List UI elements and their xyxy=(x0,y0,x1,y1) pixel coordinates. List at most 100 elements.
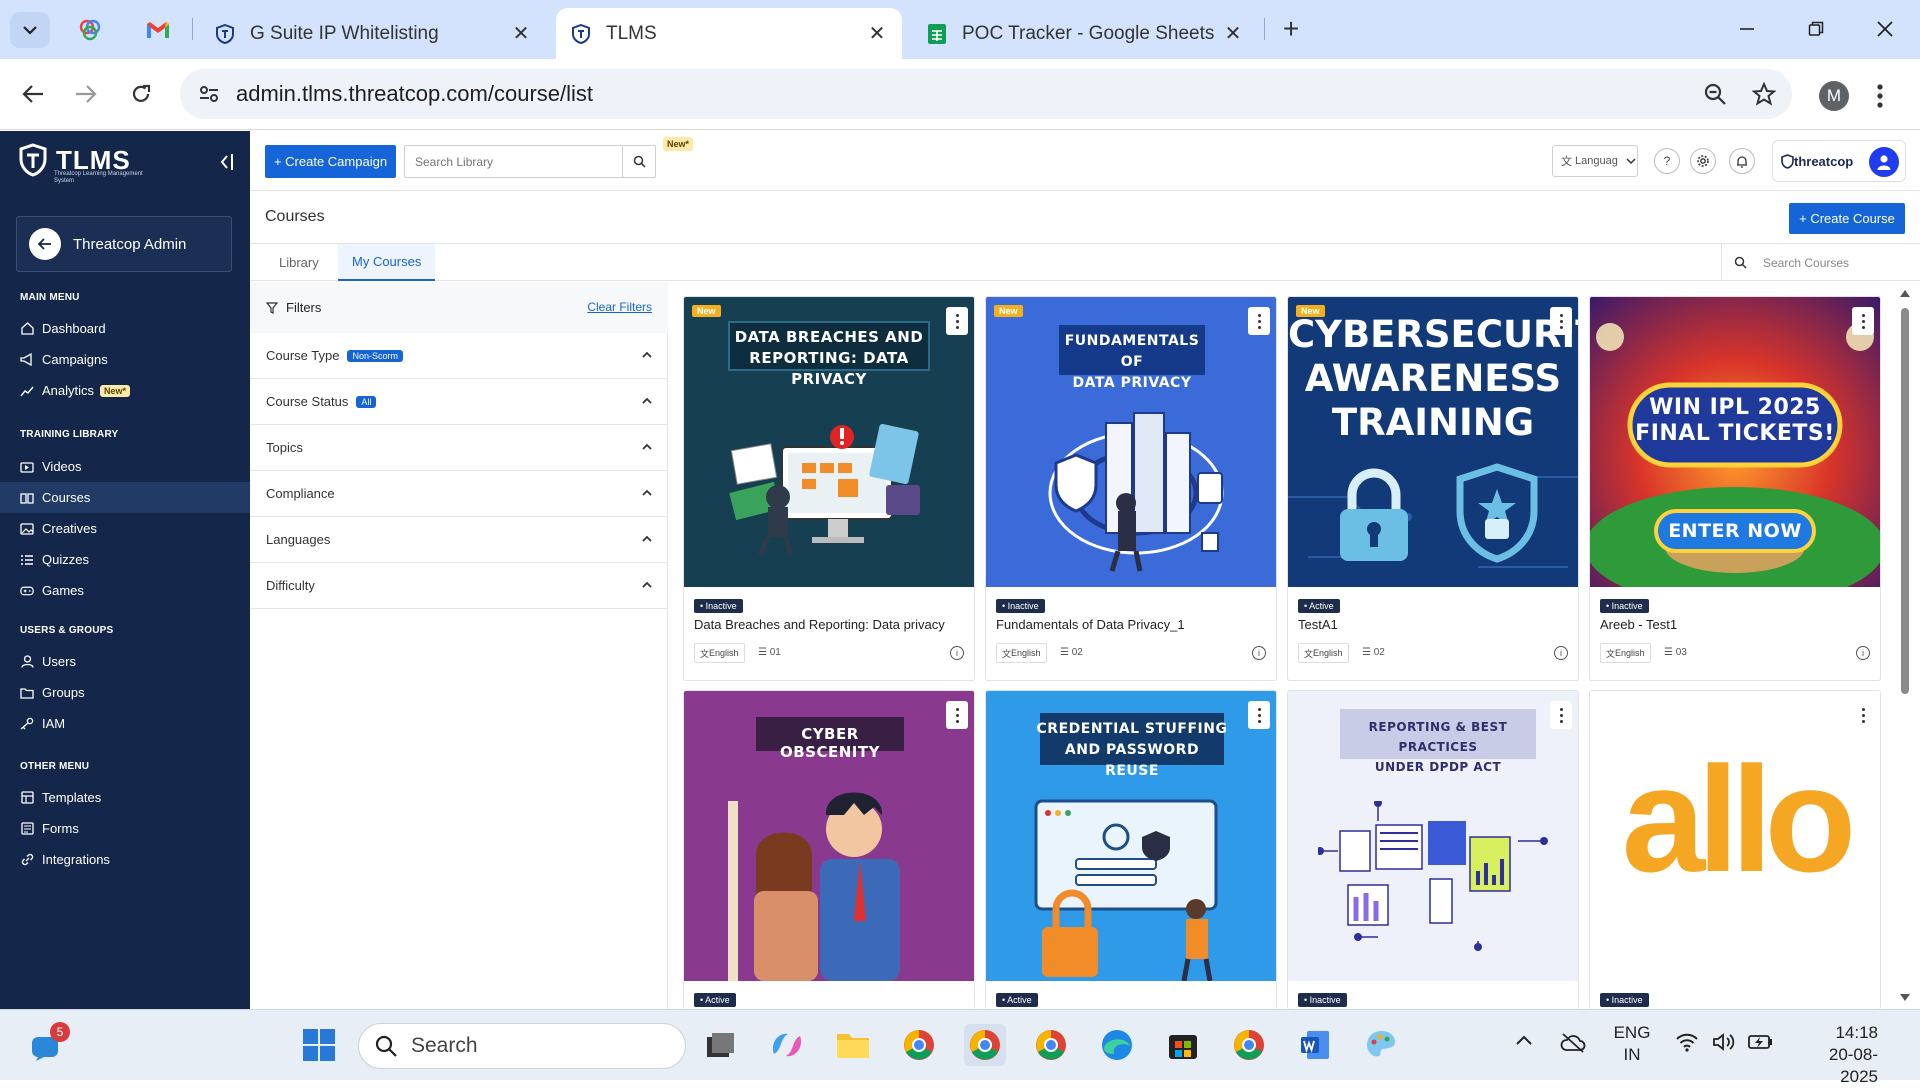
start-button[interactable] xyxy=(298,1024,340,1066)
show-hidden-icons[interactable] xyxy=(1515,1034,1533,1046)
browser-menu-button[interactable] xyxy=(1876,83,1884,109)
taskbar-app-word[interactable] xyxy=(1294,1024,1336,1066)
zoom-icon[interactable] xyxy=(1703,82,1727,106)
tray-battery[interactable] xyxy=(1747,1032,1773,1052)
input-language-indicator[interactable]: ENG IN xyxy=(1612,1022,1652,1066)
tray-volume[interactable] xyxy=(1712,1032,1736,1052)
restore-button[interactable] xyxy=(1791,12,1841,46)
sidebar-item-users[interactable]: Users xyxy=(0,646,250,677)
tray-wifi[interactable] xyxy=(1675,1032,1699,1052)
clear-filters-link[interactable]: Clear Filters xyxy=(587,300,652,314)
pinned-tab-threatcop[interactable] xyxy=(76,16,104,44)
card-menu-button[interactable] xyxy=(1248,701,1270,729)
settings-button[interactable] xyxy=(1690,148,1716,174)
user-avatar[interactable] xyxy=(1869,147,1899,177)
sidebar-item-integrations[interactable]: Integrations xyxy=(0,844,250,875)
org-profile[interactable]: threatcop xyxy=(1772,140,1906,182)
taskbar-app-chrome-active[interactable] xyxy=(964,1024,1006,1066)
profile-avatar[interactable]: M xyxy=(1819,81,1849,111)
scrollbar-thumb[interactable] xyxy=(1901,308,1909,694)
course-thumbnail[interactable]: FUNDAMENTALS OF DATA PRIVACY New xyxy=(986,297,1276,587)
card-menu-button[interactable] xyxy=(1550,701,1572,729)
tab-gsuite-ip[interactable]: G Suite IP Whitelisting ✕ xyxy=(200,8,546,59)
site-settings-icon[interactable] xyxy=(196,81,222,107)
sidebar-item-templates[interactable]: Templates xyxy=(0,782,250,813)
course-card[interactable]: CYBER OBSCENITY • Active xyxy=(683,690,975,1009)
tab-tlms[interactable]: TLMS ✕ xyxy=(556,8,902,59)
sidebar-item-groups[interactable]: Groups xyxy=(0,677,250,708)
tab-search-button[interactable] xyxy=(10,12,50,48)
language-select[interactable]: 文 Languag xyxy=(1552,145,1638,177)
taskbar-search[interactable]: Search xyxy=(358,1023,686,1069)
info-icon[interactable]: i xyxy=(1554,646,1568,660)
filter-compliance[interactable]: Compliance xyxy=(250,471,668,517)
course-thumbnail[interactable]: CREDENTIAL STUFFING AND PASSWORD REUSE xyxy=(986,691,1276,981)
taskbar-copilot-chat[interactable]: 5 xyxy=(26,1022,70,1066)
taskbar-app-store[interactable] xyxy=(1162,1024,1204,1066)
notifications-button[interactable] xyxy=(1729,148,1755,174)
sidebar-item-forms[interactable]: Forms xyxy=(0,813,250,844)
course-thumbnail[interactable]: REPORTING & BEST PRACTICES UNDER DPDP AC… xyxy=(1288,691,1578,981)
new-tab-button[interactable]: + xyxy=(1276,13,1306,44)
card-menu-button[interactable] xyxy=(946,307,968,335)
minimize-button[interactable] xyxy=(1722,12,1772,46)
course-card[interactable]: CREDENTIAL STUFFING AND PASSWORD REUSE •… xyxy=(985,690,1277,1009)
card-menu-button[interactable] xyxy=(1852,701,1874,729)
course-card[interactable]: allo • Inactive xyxy=(1589,690,1881,1009)
info-icon[interactable]: i xyxy=(1856,646,1870,660)
filter-difficulty[interactable]: Difficulty xyxy=(250,563,668,609)
course-card[interactable]: WIN IPL 2025 FINAL TICKETS! ENTER NOW • … xyxy=(1589,296,1881,681)
card-menu-button[interactable] xyxy=(1550,307,1572,335)
course-thumbnail[interactable]: DATA BREACHES AND REPORTING: DATA PRIVAC… xyxy=(684,297,974,587)
taskbar-app-task-view[interactable] xyxy=(699,1024,741,1066)
content-scrollbar[interactable] xyxy=(1898,282,1912,1009)
search-library-input[interactable] xyxy=(405,146,621,177)
course-thumbnail[interactable]: WIN IPL 2025 FINAL TICKETS! ENTER NOW xyxy=(1590,297,1880,587)
taskbar-app-edge[interactable] xyxy=(1096,1024,1138,1066)
course-card[interactable]: CYBERSECURITY AWARENESS TRAINING New • A… xyxy=(1287,296,1579,681)
back-button[interactable] xyxy=(16,77,50,111)
info-icon[interactable]: i xyxy=(1252,646,1266,660)
collapse-sidebar-button[interactable] xyxy=(218,153,234,171)
card-menu-button[interactable] xyxy=(946,701,968,729)
scroll-up-arrow[interactable] xyxy=(1898,287,1912,299)
create-course-button[interactable]: + Create Course xyxy=(1789,203,1905,234)
course-thumbnail[interactable]: CYBERSECURITY AWARENESS TRAINING New xyxy=(1288,297,1578,587)
admin-switcher[interactable]: Threatcop Admin xyxy=(16,216,232,272)
url-omnibox[interactable]: admin.tlms.threatcop.com/course/list xyxy=(180,69,1792,119)
sidebar-item-iam[interactable]: IAM xyxy=(0,708,250,739)
search-courses[interactable]: Search Courses xyxy=(1721,244,1905,281)
bookmark-star-icon[interactable] xyxy=(1752,82,1776,106)
tray-onedrive[interactable] xyxy=(1560,1032,1586,1054)
tab-library[interactable]: Library xyxy=(265,244,333,281)
pinned-tab-gmail[interactable] xyxy=(144,16,172,44)
sidebar-item-campaigns[interactable]: Campaigns xyxy=(0,344,250,375)
close-icon[interactable]: ✕ xyxy=(866,23,888,45)
help-button[interactable]: ? xyxy=(1654,148,1680,174)
taskbar-app-copilot[interactable] xyxy=(766,1024,808,1066)
tab-my-courses[interactable]: My Courses xyxy=(338,244,436,281)
filter-course-status[interactable]: Course Status All xyxy=(250,379,668,425)
tab-poc-tracker[interactable]: POC Tracker - Google Sheets ✕ xyxy=(912,8,1258,59)
course-card[interactable]: FUNDAMENTALS OF DATA PRIVACY New • Inact… xyxy=(985,296,1277,681)
sidebar-item-dashboard[interactable]: Dashboard xyxy=(0,313,250,344)
close-icon[interactable]: ✕ xyxy=(1222,23,1244,45)
sidebar-item-creatives[interactable]: Creatives xyxy=(0,513,250,544)
sidebar-item-games[interactable]: Games xyxy=(0,575,250,606)
sidebar-item-courses[interactable]: Courses xyxy=(0,482,250,513)
sidebar-item-analytics[interactable]: Analytics New* xyxy=(0,375,250,406)
taskbar-app-chrome-profile-3[interactable] xyxy=(1030,1024,1072,1066)
sidebar-item-quizzes[interactable]: Quizzes xyxy=(0,544,250,575)
search-icon[interactable] xyxy=(622,146,655,177)
taskbar-app-chrome-profile-4[interactable] xyxy=(1228,1024,1270,1066)
filter-topics[interactable]: Topics xyxy=(250,425,668,471)
card-menu-button[interactable] xyxy=(1248,307,1270,335)
course-card[interactable]: REPORTING & BEST PRACTICES UNDER DPDP AC… xyxy=(1287,690,1579,1009)
course-thumbnail[interactable]: allo xyxy=(1590,691,1880,981)
filter-languages[interactable]: Languages xyxy=(250,517,668,563)
taskbar-app-chrome-profile-1[interactable] xyxy=(898,1024,940,1066)
info-icon[interactable]: i xyxy=(950,646,964,660)
course-thumbnail[interactable]: CYBER OBSCENITY xyxy=(684,691,974,981)
filter-course-type[interactable]: Course Type Non-Scorm xyxy=(250,333,668,379)
system-clock[interactable]: 14:18 20-08-2025 xyxy=(1798,1022,1878,1088)
